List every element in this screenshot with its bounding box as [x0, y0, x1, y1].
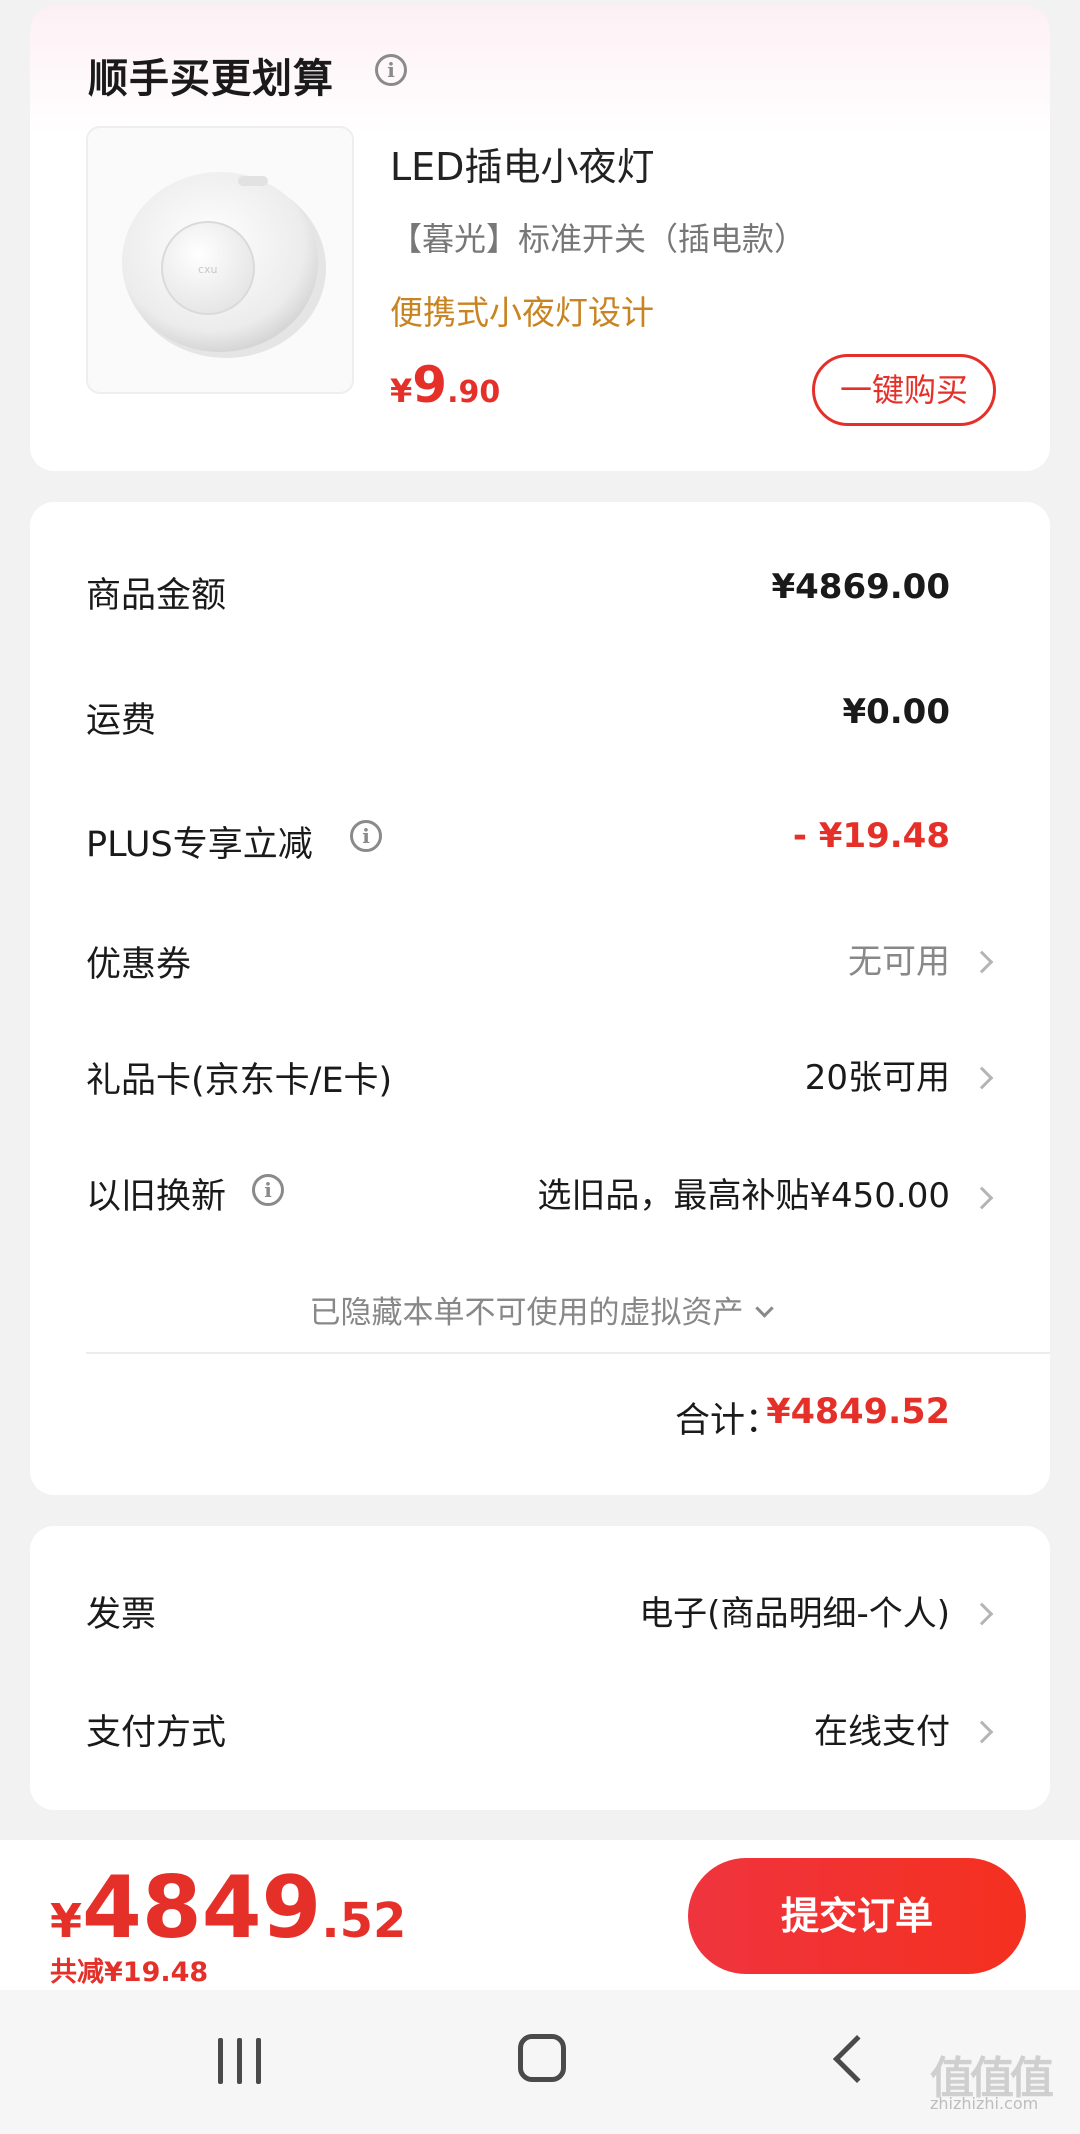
hidden-assets-text: 已隐藏本单不可使用的虚拟资产 — [309, 1295, 744, 1331]
product-promo: 便携式小夜灯设计 — [390, 293, 654, 332]
back-icon[interactable] — [832, 2034, 882, 2084]
total-saving[interactable]: 共减¥19.48 — [50, 1950, 208, 1989]
total-label: 合计： — [674, 1401, 780, 1441]
recommend-title: 顺手买更划算 — [88, 56, 334, 102]
system-navigation-bar: 值值值 zhizhizhi.com — [0, 1990, 1080, 2134]
product-name[interactable]: LED插电小夜灯 — [390, 136, 654, 191]
row-label-invoice[interactable]: 发票 — [86, 1586, 156, 1637]
row-value-goods-amount: ¥4869.00 — [771, 567, 950, 607]
home-icon[interactable] — [518, 2034, 566, 2082]
pay-integer: 4849 — [82, 1858, 322, 1958]
row-label-goods-amount: 商品金额 — [86, 576, 227, 616]
trade-in-info-icon[interactable]: i — [252, 1174, 284, 1206]
total-value: ¥4849.52 — [766, 1392, 950, 1432]
pay-decimal: .52 — [321, 1893, 407, 1949]
chevron-down-icon — [754, 1299, 774, 1318]
one-click-buy-button[interactable]: 一键购买 — [812, 354, 996, 426]
product-spec: 【暮光】标准开关（插电款） — [390, 220, 807, 258]
row-value-payment[interactable]: 在线支付 — [814, 1704, 950, 1753]
invoice-payment-card: 发票 电子(商品明细-个人) 支付方式 在线支付 — [30, 1526, 1050, 1810]
submit-order-button[interactable]: 提交订单 — [688, 1858, 1026, 1974]
coupon-chevron-icon[interactable] — [970, 950, 994, 974]
info-icon[interactable]: i — [375, 54, 407, 86]
row-value-trade-in[interactable]: 选旧品，最高补贴¥450.00 — [537, 1168, 950, 1217]
gift-card-chevron-icon[interactable] — [970, 1066, 994, 1090]
night-light-image: cxu — [122, 172, 326, 358]
row-label-payment[interactable]: 支付方式 — [86, 1704, 226, 1755]
row-label-coupon[interactable]: 优惠券 — [86, 936, 191, 987]
divider — [86, 1352, 1050, 1354]
svg-text:cxu: cxu — [198, 263, 218, 276]
plus-info-icon[interactable]: i — [350, 820, 382, 852]
hidden-assets-toggle[interactable]: 已隐藏本单不可使用的虚拟资产 — [30, 1287, 1050, 1332]
order-summary-card: 商品金额 ¥4869.00 运费 ¥0.00 PLUS专享立减 i - ¥19.… — [30, 502, 1050, 1495]
row-label-plus-discount: PLUS专享立减 — [86, 825, 313, 865]
product-price: ¥9.90 — [390, 356, 500, 414]
row-value-invoice[interactable]: 电子(商品明细-个人) — [639, 1586, 950, 1635]
recommend-card: 顺手买更划算 i cxu LED插电小夜灯 【暮光】标准开关（插电款） 便携式小… — [30, 6, 1050, 471]
price-decimal: .90 — [447, 375, 501, 410]
row-value-coupon[interactable]: 无可用 — [848, 934, 950, 983]
pay-amount: ¥4849.52 — [50, 1858, 406, 1958]
row-value-shipping: ¥0.00 — [842, 692, 950, 732]
invoice-chevron-icon[interactable] — [970, 1602, 994, 1626]
row-label-shipping: 运费 — [86, 701, 157, 741]
watermark-url: zhizhizhi.com — [930, 2094, 1039, 2113]
row-label-trade-in[interactable]: 以旧换新 — [86, 1168, 226, 1219]
pay-currency: ¥ — [50, 1894, 83, 1948]
payment-chevron-icon[interactable] — [970, 1720, 994, 1744]
product-image[interactable]: cxu — [86, 126, 354, 394]
price-currency: ¥ — [390, 372, 413, 410]
watermark: 值值值 zhizhizhi.com — [930, 2042, 1070, 2113]
checkout-bar: ¥4849.52 共减¥19.48 提交订单 — [0, 1840, 1080, 1990]
recent-apps-icon[interactable] — [218, 2038, 264, 2084]
row-value-plus-discount: - ¥19.48 — [792, 816, 950, 856]
row-label-gift-card[interactable]: 礼品卡(京东卡/E卡) — [86, 1052, 392, 1103]
row-value-gift-card[interactable]: 20张可用 — [805, 1050, 950, 1099]
price-integer: 9 — [412, 356, 448, 414]
trade-in-chevron-icon[interactable] — [970, 1186, 994, 1210]
